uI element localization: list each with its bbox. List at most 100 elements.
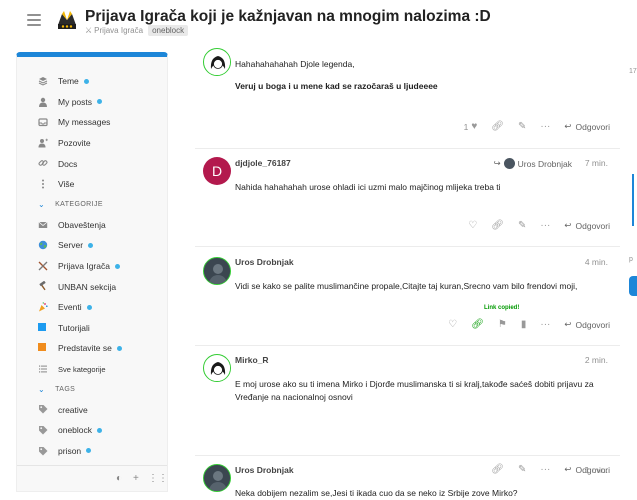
envelope-icon bbox=[38, 221, 48, 228]
username[interactable]: djdjole_76187 bbox=[235, 158, 291, 168]
sidebar-item-label: Prijava Igrača bbox=[58, 261, 110, 272]
sidebar-item-docs[interactable]: Docs bbox=[17, 153, 167, 174]
link-icon bbox=[38, 160, 48, 167]
reply-icon: ↩ bbox=[564, 121, 572, 131]
categories-section-header[interactable]: ⌄ KATEGORIJE bbox=[17, 195, 167, 215]
sidebar-item-label: creative bbox=[58, 404, 88, 415]
post: Uros Drobnjak 4 min. Vidi se kako se pal… bbox=[195, 246, 620, 344]
like-count: 1 bbox=[463, 121, 469, 132]
sidebar-tag-oneblock[interactable]: oneblock bbox=[17, 420, 167, 441]
avatar[interactable] bbox=[203, 257, 231, 285]
link-copied-icon[interactable]: 🔗︎ bbox=[471, 319, 484, 330]
bookmark-icon[interactable]: ▮ bbox=[521, 319, 527, 330]
sidebar-item-label: Sve kategorije bbox=[58, 364, 106, 374]
post-line: Veruj u boga i u mene kad se razočaraš u… bbox=[235, 81, 438, 91]
flag-icon[interactable]: ⚑ bbox=[498, 319, 507, 330]
edit-icon[interactable]: ✎ bbox=[518, 121, 526, 132]
more-icon[interactable]: ··· bbox=[540, 319, 550, 330]
sidebar-category-eventi[interactable]: Eventi bbox=[17, 297, 167, 318]
sidebar-item-label: Više bbox=[58, 179, 75, 190]
edit-icon[interactable]: ✎ bbox=[518, 220, 526, 231]
post-date[interactable]: 7 min. bbox=[585, 158, 608, 168]
reply-label: Odgovori bbox=[575, 319, 611, 330]
heart-icon[interactable]: ♡ bbox=[448, 319, 457, 330]
link-copied-tooltip: Link copied! bbox=[484, 305, 520, 311]
reply-button[interactable]: ↩ Odgovori bbox=[564, 220, 610, 231]
username[interactable]: Uros Drobnjak bbox=[235, 465, 294, 475]
crossed-swords-icon: ⚔ bbox=[85, 26, 93, 35]
blue-square-icon bbox=[38, 322, 48, 333]
hamburger-menu-icon[interactable] bbox=[27, 14, 41, 27]
sidebar-item-my-posts[interactable]: My posts bbox=[17, 92, 167, 113]
reply-icon: ↩ bbox=[564, 319, 572, 329]
sidebar-tag-creative[interactable]: creative bbox=[17, 399, 167, 420]
like-button[interactable]: 1 ♥ bbox=[464, 121, 478, 132]
sidebar-item-vise[interactable]: Više bbox=[17, 174, 167, 195]
sidebar-category-obavestenja[interactable]: Obaveštenja bbox=[17, 215, 167, 236]
more-icon[interactable]: ··· bbox=[540, 220, 550, 231]
crossed-swords-icon bbox=[38, 261, 48, 271]
category-label: Prijava Igrača bbox=[94, 26, 144, 35]
post-date[interactable]: 4 min. bbox=[585, 257, 608, 267]
post-date[interactable]: 1 min. bbox=[585, 465, 608, 475]
avatar[interactable] bbox=[203, 464, 231, 492]
more-icon[interactable]: ··· bbox=[540, 121, 550, 132]
post-line: Vidi se kako se palite muslimančine prop… bbox=[235, 281, 578, 291]
link-icon[interactable]: 🔗︎ bbox=[491, 220, 504, 231]
username[interactable]: Mirko_R bbox=[235, 355, 269, 365]
sidebar-all-categories[interactable]: Sve kategorije bbox=[17, 359, 167, 380]
sidebar-category-predstavite-se[interactable]: Predstavite se bbox=[17, 338, 167, 359]
post-actions: 1 ♥ 🔗︎ ✎ ··· ↩ Odgovori bbox=[464, 121, 610, 132]
vertical-dots-icon bbox=[42, 179, 44, 189]
sidebar-item-label: Obaveštenja bbox=[58, 219, 106, 230]
unread-dot bbox=[86, 448, 92, 454]
section-heading: TAGS bbox=[55, 385, 76, 393]
unread-dot bbox=[114, 263, 120, 269]
sidebar-item-label: My messages bbox=[58, 117, 111, 128]
post: Hahahahahahah Djole legenda, Veruj u bog… bbox=[195, 0, 620, 148]
timeline-scroll-handle[interactable] bbox=[632, 174, 634, 226]
user-plus-icon bbox=[38, 138, 48, 148]
reply-button[interactable]: ↩ Odgovori bbox=[564, 319, 610, 330]
sidebar-item-label: Pozovite bbox=[58, 138, 91, 149]
unread-dot bbox=[88, 242, 94, 248]
sidebar-item-pozovite[interactable]: Pozovite bbox=[17, 133, 167, 154]
list-icon bbox=[39, 365, 47, 373]
hammer-icon bbox=[39, 281, 46, 291]
add-icon[interactable]: + bbox=[133, 473, 139, 484]
avatar[interactable] bbox=[203, 48, 231, 76]
post-body: Hahahahahahah Djole legenda, Veruj u bog… bbox=[235, 58, 605, 93]
sidebar-item-my-messages[interactable]: My messages bbox=[17, 112, 167, 133]
theme-toggle-icon[interactable]: ◐ bbox=[116, 473, 122, 484]
avatar[interactable] bbox=[203, 354, 231, 382]
post-line: E moj urose ako su ti imena Mirko i Djor… bbox=[235, 379, 594, 389]
timeline-button[interactable] bbox=[629, 276, 637, 296]
tags-section-header[interactable]: ⌄ TAGS bbox=[17, 379, 167, 399]
reply-to-indicator[interactable]: ↪ Uros Drobnjak bbox=[494, 158, 572, 169]
avatar[interactable]: D bbox=[203, 157, 231, 185]
username[interactable]: Uros Drobnjak bbox=[235, 257, 294, 267]
sidebar-category-server[interactable]: Server bbox=[17, 235, 167, 256]
heart-icon: ♥ bbox=[471, 121, 478, 132]
chevron-down-icon: ⌄ bbox=[38, 384, 46, 394]
sidebar-category-unban-sekcija[interactable]: UNBAN sekcija bbox=[17, 276, 167, 297]
settings-icon[interactable]: ⋮⋮ bbox=[148, 473, 167, 484]
sidebar-category-prijava-igraca[interactable]: Prijava Igrača bbox=[17, 256, 167, 277]
post-date[interactable]: 2 min. bbox=[585, 355, 608, 365]
tag-icon bbox=[39, 446, 48, 455]
sidebar-tag-prison[interactable]: prison bbox=[17, 441, 167, 462]
site-logo[interactable] bbox=[55, 8, 79, 32]
tag-badge[interactable]: oneblock bbox=[148, 25, 189, 36]
sidebar-footer: ◐ + ⋮⋮ bbox=[17, 465, 167, 491]
globe-icon bbox=[38, 240, 48, 250]
link-icon[interactable]: 🔗︎ bbox=[491, 121, 504, 132]
heart-icon[interactable]: ♡ bbox=[468, 220, 477, 231]
sidebar-item-teme[interactable]: Teme bbox=[17, 71, 167, 92]
category-badge[interactable]: ⚔ Prijava Igrača bbox=[85, 26, 143, 35]
unread-dot bbox=[83, 78, 89, 84]
reply-label: Odgovori bbox=[575, 220, 611, 231]
inbox-icon bbox=[38, 118, 48, 127]
sidebar-category-tutorijali[interactable]: Tutorijali bbox=[17, 318, 167, 339]
party-icon bbox=[39, 302, 48, 312]
reply-button[interactable]: ↩ Odgovori bbox=[564, 121, 610, 132]
